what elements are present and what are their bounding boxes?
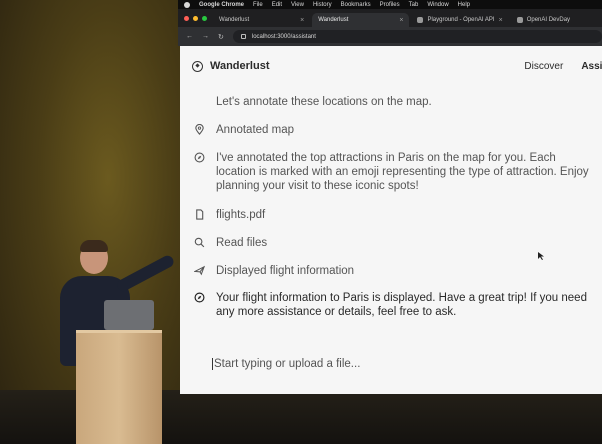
favicon-icon	[417, 17, 424, 23]
back-arrow-icon[interactable]: ←	[186, 33, 193, 40]
site-info-icon[interactable]	[240, 34, 246, 39]
podium	[76, 330, 162, 444]
mouse-cursor-icon	[538, 252, 544, 260]
close-tab-icon[interactable]: ×	[300, 17, 304, 24]
composer-placeholder: Start typing or upload a file...	[214, 358, 361, 370]
address-bar: ← → ↻ localhost:3000/assistant	[178, 27, 602, 46]
file-attachment: flights.pdf	[194, 208, 596, 222]
nav-discover[interactable]: Discover	[524, 61, 563, 72]
message-text: Your flight information to Paris is disp…	[216, 292, 587, 318]
message-text: Let's annotate these locations on the ma…	[216, 96, 432, 108]
close-tab-icon[interactable]: ×	[399, 17, 403, 24]
brand-name: Wanderlust	[210, 60, 270, 72]
forward-arrow-icon[interactable]: →	[202, 33, 209, 40]
url-field[interactable]: localhost:3000/assistant	[232, 30, 602, 43]
message-text[interactable]: flights.pdf	[216, 208, 596, 222]
tab-playground[interactable]: Playground - OpenAI API ×	[411, 13, 508, 27]
tool-step: Annotated map	[194, 123, 596, 137]
message-text: Annotated map	[216, 124, 295, 136]
assistant-message: Your flight information to Paris is disp…	[194, 291, 596, 319]
tool-step: Displayed flight information	[194, 264, 596, 278]
close-tab-icon[interactable]: ×	[499, 17, 503, 24]
top-nav: Discover Assis	[524, 46, 602, 86]
message-text: I've annotated the top attractions in Pa…	[216, 152, 589, 192]
tab-label: Wanderlust	[219, 17, 250, 23]
close-window-button[interactable]	[184, 15, 189, 21]
user-message: Let's annotate these locations on the ma…	[194, 95, 596, 109]
tab-devday[interactable]: OpenAI DevDay	[511, 13, 600, 27]
app-header: Wanderlust Discover Assis	[180, 46, 602, 86]
url-text: localhost:3000/assistant	[251, 33, 316, 40]
tab-label: Playground - OpenAI API	[427, 17, 495, 23]
reload-icon[interactable]: ↻	[218, 33, 224, 41]
menu-window[interactable]: Window	[427, 2, 448, 8]
search-icon	[194, 236, 205, 250]
tab-wanderlust-active[interactable]: Wanderlust ×	[312, 13, 410, 27]
menu-view[interactable]: View	[291, 2, 304, 8]
brand[interactable]: Wanderlust	[192, 60, 270, 72]
menubar-app-name[interactable]: Google Chrome	[199, 2, 244, 8]
message-text: Displayed flight information	[216, 265, 355, 277]
menu-file[interactable]: File	[253, 2, 263, 8]
apple-icon[interactable]	[184, 1, 190, 8]
minimize-window-button[interactable]	[193, 15, 198, 21]
window-controls	[182, 9, 213, 27]
assistant-compass-icon	[194, 151, 205, 193]
presenter-hair	[80, 240, 108, 252]
message-composer-input[interactable]: Start typing or upload a file...	[212, 358, 360, 370]
menu-profiles[interactable]: Profiles	[380, 2, 400, 8]
laptop	[104, 300, 154, 330]
favicon-icon	[516, 17, 523, 23]
assistant-message: I've annotated the top attractions in Pa…	[194, 151, 596, 193]
tool-step: Read files	[194, 236, 596, 250]
tab-bar: Wanderlust × Wanderlust × Playground - O…	[178, 9, 602, 27]
menu-tab[interactable]: Tab	[409, 2, 419, 8]
compass-icon	[192, 60, 203, 72]
menu-edit[interactable]: Edit	[272, 2, 282, 8]
tab-label: Wanderlust	[318, 17, 349, 23]
map-pin-icon	[194, 123, 205, 137]
macos-menubar: Google Chrome File Edit View History Boo…	[178, 0, 602, 9]
message-text: Read files	[216, 237, 268, 249]
menu-history[interactable]: History	[313, 2, 332, 8]
tab-label: OpenAI DevDay	[526, 17, 571, 23]
menu-bookmarks[interactable]: Bookmarks	[341, 2, 371, 8]
menu-help[interactable]: Help	[458, 2, 470, 8]
airplane-icon	[194, 264, 205, 278]
maximize-window-button[interactable]	[202, 15, 207, 21]
file-icon	[194, 208, 205, 222]
tab-wanderlust-1[interactable]: Wanderlust ×	[213, 13, 310, 27]
assistant-page: Wanderlust Discover Assis Let's annotate…	[180, 46, 602, 394]
assistant-compass-icon	[194, 291, 205, 319]
nav-assistant[interactable]: Assis	[581, 61, 602, 72]
